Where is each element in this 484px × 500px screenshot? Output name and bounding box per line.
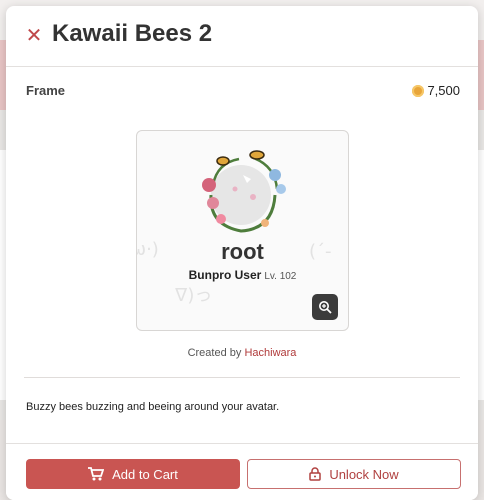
item-modal: ✕ Kawaii Bees 2 Frame 7,500 ω·) (´- ᐁ)っ — [6, 6, 478, 500]
close-icon[interactable]: ✕ — [22, 23, 46, 47]
modal-footer: Add to Cart Unlock Now — [6, 443, 478, 500]
modal-header: ✕ Kawaii Bees 2 — [6, 6, 478, 67]
modal-body: Frame 7,500 ω·) (´- ᐁ)っ — [6, 67, 478, 445]
unlock-now-button[interactable]: Unlock Now — [247, 459, 461, 489]
cart-icon — [88, 467, 105, 481]
item-type-label: Frame — [26, 83, 66, 98]
zoom-in-icon — [319, 301, 332, 314]
add-to-cart-label: Add to Cart — [112, 466, 178, 482]
bee-wreath-frame — [202, 150, 286, 233]
created-by-prefix: Created by — [187, 347, 242, 359]
modal-title: Kawaii Bees 2 — [52, 20, 213, 47]
frame-preview: ω·) (´- ᐁ)っ root — [136, 130, 349, 331]
user-level: Lv. 102 — [264, 271, 297, 282]
unlock-now-label: Unlock Now — [329, 466, 399, 482]
created-by: Created by Hachiwara — [6, 347, 478, 359]
coin-icon — [412, 84, 425, 97]
item-description: Buzzy bees buzzing and beeing around you… — [26, 401, 280, 413]
divider — [24, 377, 460, 378]
creator-link[interactable]: Hachiwara — [244, 347, 296, 359]
add-to-cart-button[interactable]: Add to Cart — [26, 459, 240, 489]
zoom-button[interactable] — [312, 294, 338, 320]
user-title: Bunpro User — [188, 268, 262, 282]
lock-icon — [309, 467, 322, 481]
background-doodle: ᐁ)っ — [175, 285, 213, 306]
price-value: 7,500 — [427, 83, 460, 98]
username: root — [221, 239, 264, 264]
price: 7,500 — [412, 83, 460, 98]
user-subtitle: Bunpro User Lv. 102 — [137, 268, 348, 282]
item-info-row: Frame 7,500 — [26, 83, 460, 103]
